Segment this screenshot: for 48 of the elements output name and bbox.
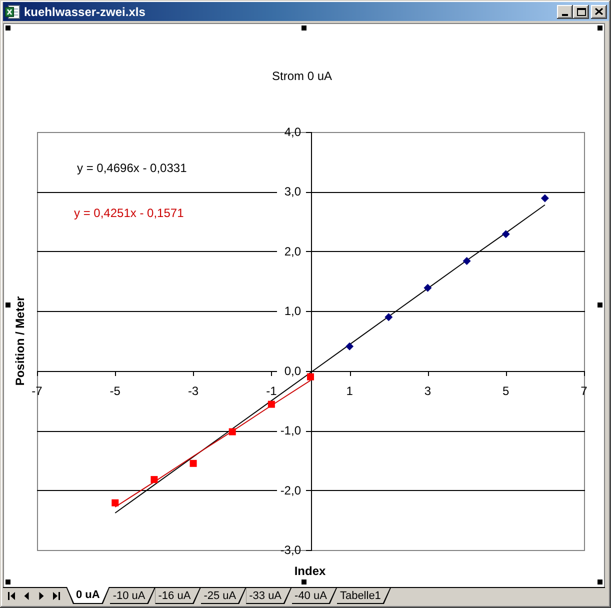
sheet-tab[interactable]: -16 uA [155, 588, 201, 604]
maximize-button[interactable] [573, 4, 589, 18]
axis-tick-label: -7 [32, 384, 42, 398]
sheet-tab[interactable]: -33 uA [246, 588, 292, 604]
spreadsheet-icon [5, 4, 21, 20]
axis-tick-label: 2,0 [284, 244, 301, 258]
trendline-equation: y = 0,4696x - 0,0331 [77, 161, 187, 175]
axis-tick-label: -5 [110, 384, 120, 398]
axis-tick-label: -1,0 [280, 424, 301, 438]
selection-handle-icon[interactable] [6, 26, 10, 30]
selection-handle-icon[interactable] [6, 302, 10, 308]
sheet-tab[interactable]: 0 uA [66, 587, 110, 604]
sheet-tab[interactable]: Tabelle1 [336, 588, 391, 604]
selection-handle-icon[interactable] [598, 580, 602, 584]
maximize-icon [576, 8, 586, 16]
sheet-tab[interactable]: -25 uA [200, 588, 246, 604]
axis-tick-label: -2,0 [280, 483, 301, 498]
chart-title: Strom 0 uA [272, 69, 332, 83]
axis-tick-label: 1,0 [284, 304, 301, 318]
axis-tick-label: 3 [424, 384, 432, 398]
axis-tick-label: 3,0 [284, 184, 301, 199]
axis-tick-label: -3 [188, 384, 199, 398]
triangle-right-icon [38, 592, 45, 600]
axis-tick-label: 1 [346, 384, 353, 398]
sheet-tab[interactable]: -40 uA [292, 588, 337, 604]
minimize-icon [562, 14, 568, 16]
close-button[interactable] [591, 4, 607, 18]
axis-title: Index [294, 564, 326, 578]
axis-tick-label: -3,0 [280, 543, 301, 557]
axis-tick-label: 5 [502, 384, 510, 398]
close-icon [595, 8, 603, 15]
selection-handle-icon[interactable] [6, 580, 10, 584]
skip-forward-icon [53, 592, 60, 600]
minimize-button[interactable] [557, 4, 573, 18]
axis-tick-label: 7 [580, 384, 588, 398]
selection-handle-icon[interactable] [302, 580, 306, 584]
skip-back-icon [8, 592, 15, 600]
axis-tick-label: 0,0 [284, 364, 301, 378]
trendline-equation: y = 0,4251x - 0,1571 [74, 206, 184, 220]
window-title: kuehlwasser-zwei.xls [24, 4, 146, 18]
triangle-left-icon [23, 592, 30, 600]
selection-handle-icon[interactable] [302, 26, 306, 30]
selection-handle-icon[interactable] [598, 26, 602, 30]
axis-tick-label: -1 [266, 384, 277, 398]
selection-handle-icon[interactable] [598, 302, 602, 308]
axis-title: Position / Meter [13, 296, 27, 386]
axis-tick-label: 4,0 [284, 125, 301, 139]
sheet-tab[interactable]: -10 uA [110, 588, 156, 604]
